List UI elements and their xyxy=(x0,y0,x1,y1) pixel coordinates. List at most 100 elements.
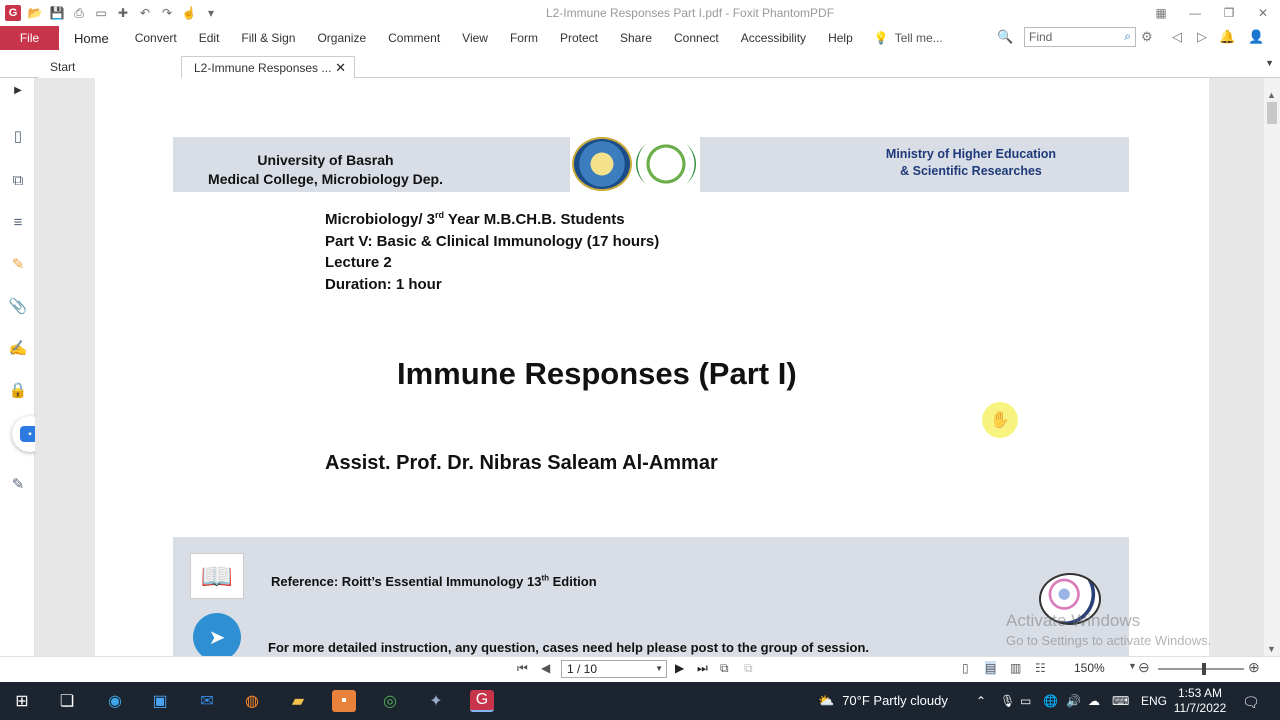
tab-document[interactable]: L2-Immune Responses ... ✕ xyxy=(181,56,355,78)
user-account-icon[interactable]: 👤 xyxy=(1248,29,1264,45)
clock[interactable]: 1:53 AM 11/7/2022 xyxy=(1172,686,1228,716)
new-icon[interactable]: ✚ xyxy=(115,5,131,21)
next-view-icon[interactable]: ⧉ xyxy=(744,661,753,676)
zoom-slider[interactable] xyxy=(1158,663,1244,675)
tab-view[interactable]: View xyxy=(451,26,499,50)
tray-chevron-icon[interactable]: ⌃ xyxy=(976,694,986,708)
windows-start-icon[interactable]: ⊞ xyxy=(10,690,34,712)
hand-tool-icon[interactable]: ☝ xyxy=(181,5,197,21)
microphone-icon[interactable]: 🎙 xyxy=(1000,694,1015,708)
attachments-icon[interactable]: 📎 xyxy=(8,296,28,316)
search-icon[interactable]: ⌕ xyxy=(1124,29,1131,44)
previous-page-icon[interactable]: ◀ xyxy=(541,661,550,675)
activate-windows-watermark: Activate Windows Go to Settings to activ… xyxy=(1006,611,1211,651)
tab-help[interactable]: Help xyxy=(817,26,864,50)
windows-taskbar: ⊞ ❏ ◉ ▣ ✉ ◍ ▰ ▪ ◎ ✦ G ⛅ 70°F Partly clou… xyxy=(0,682,1280,720)
close-tab-icon[interactable]: ✕ xyxy=(335,60,346,76)
battery-icon[interactable]: ▭ xyxy=(1020,694,1031,708)
continuous-page-icon[interactable]: ▤ xyxy=(985,661,997,675)
tab-connect[interactable]: Connect xyxy=(663,26,730,50)
foxit-taskbar-icon[interactable]: G xyxy=(470,690,494,712)
last-page-icon[interactable]: ⏭ xyxy=(697,661,708,676)
signatures-icon[interactable]: ✍ xyxy=(8,338,28,358)
maximize-button[interactable]: ❐ xyxy=(1212,0,1246,26)
close-button[interactable]: ✕ xyxy=(1246,0,1280,26)
facing-page-icon[interactable]: ▥ xyxy=(1010,661,1021,675)
tags-icon[interactable]: ✎ xyxy=(8,474,28,494)
firefox-icon[interactable]: ◍ xyxy=(240,690,264,712)
redo-icon[interactable]: ↷ xyxy=(159,5,175,21)
mail-icon[interactable]: ✉ xyxy=(195,690,219,712)
find-input[interactable]: Find ⌕ xyxy=(1024,27,1136,47)
app-feather-icon[interactable]: ✦ xyxy=(424,690,448,712)
print-icon[interactable]: ⎙ xyxy=(71,5,87,21)
tab-convert[interactable]: Convert xyxy=(124,26,188,50)
course-text-end: Year M.B.CH.B. Students xyxy=(444,211,625,228)
app-orange-icon[interactable]: ▪ xyxy=(332,690,356,712)
security-lock-icon[interactable]: 🔒 xyxy=(8,380,28,400)
single-page-icon[interactable]: ▯ xyxy=(962,661,969,675)
zoom-in-icon[interactable]: ⊕ xyxy=(1248,659,1260,676)
onedrive-icon[interactable]: ☁ xyxy=(1088,694,1100,708)
task-view-icon[interactable]: ❏ xyxy=(55,690,79,712)
continuous-facing-icon[interactable]: ☷ xyxy=(1035,661,1046,675)
expand-panel-icon[interactable]: ▶ xyxy=(8,80,28,100)
language-indicator[interactable]: ENG xyxy=(1141,694,1167,708)
tab-form[interactable]: Form xyxy=(499,26,549,50)
notification-bell-icon[interactable]: 🔔 xyxy=(1219,29,1235,45)
keyboard-icon[interactable]: ⌨ xyxy=(1112,694,1129,708)
scroll-thumb[interactable] xyxy=(1267,102,1277,124)
weather-widget[interactable]: ⛅ 70°F Partly cloudy xyxy=(818,693,948,709)
scroll-up-icon[interactable]: ▲ xyxy=(1267,90,1276,100)
minimize-button[interactable]: — xyxy=(1178,0,1212,26)
notification-center-icon[interactable]: 🗨 xyxy=(1242,694,1260,711)
tab-accessibility[interactable]: Accessibility xyxy=(730,26,817,50)
tab-edit[interactable]: Edit xyxy=(188,26,231,50)
volume-icon[interactable]: 🔊 xyxy=(1066,694,1081,708)
tab-share[interactable]: Share xyxy=(609,26,663,50)
zoom-out-icon[interactable]: ⊖ xyxy=(1138,659,1150,676)
scroll-down-icon[interactable]: ▼ xyxy=(1267,644,1276,654)
first-page-icon[interactable]: ⏮ xyxy=(517,661,528,676)
tab-organize[interactable]: Organize xyxy=(306,26,377,50)
file-explorer-icon[interactable]: ▰ xyxy=(286,690,310,712)
page-dropdown-icon[interactable]: ▼ xyxy=(655,661,663,677)
microsoft-store-icon[interactable]: ▣ xyxy=(148,690,172,712)
undo-icon[interactable]: ↶ xyxy=(137,5,153,21)
customize-icon[interactable]: ▾ xyxy=(203,5,219,21)
telegram-note: For more detailed instruction, any quest… xyxy=(268,640,870,655)
layers-icon[interactable]: ⧉ xyxy=(8,170,28,190)
previous-view-icon[interactable]: ⧉ xyxy=(720,661,729,676)
book-icon: 📖 xyxy=(190,553,244,599)
search-folder-icon[interactable]: 🔍 xyxy=(997,29,1013,45)
next-view-icon[interactable]: ▷ xyxy=(1197,29,1207,45)
bookmarks-icon[interactable]: ≡ xyxy=(8,212,28,232)
tell-me[interactable]: 💡 Tell me... xyxy=(874,31,943,45)
zoom-slider-knob[interactable] xyxy=(1202,663,1206,675)
file-tab[interactable]: File xyxy=(0,26,59,50)
tab-list-icon[interactable]: ▼ xyxy=(1265,58,1274,68)
properties-icon[interactable]: ▭ xyxy=(93,5,109,21)
document-viewport[interactable]: University of Basrah Medical College, Mi… xyxy=(35,78,1264,656)
tab-start[interactable]: Start xyxy=(38,56,181,78)
page-number-field[interactable]: 1 / 10 ▼ xyxy=(561,660,667,678)
network-icon[interactable]: 🌐 xyxy=(1043,694,1058,708)
next-page-icon[interactable]: ▶ xyxy=(675,661,684,675)
tab-protect[interactable]: Protect xyxy=(549,26,609,50)
prev-view-icon[interactable]: ◁ xyxy=(1172,29,1182,45)
save-icon[interactable]: 💾 xyxy=(49,5,65,21)
tab-fill-sign[interactable]: Fill & Sign xyxy=(230,26,306,50)
chrome-icon[interactable]: ◎ xyxy=(378,690,402,712)
restore-layout-icon[interactable]: ▦ xyxy=(1144,0,1178,26)
settings-icon[interactable]: ⚙ xyxy=(1141,29,1153,45)
duration-line: Duration: 1 hour xyxy=(325,275,442,293)
edge-browser-icon[interactable]: ◉ xyxy=(103,690,127,712)
tab-comment[interactable]: Comment xyxy=(377,26,451,50)
page-thumbnails-icon[interactable]: ▯ xyxy=(8,126,28,146)
vertical-scrollbar[interactable]: ▲ ▼ xyxy=(1264,78,1280,656)
comments-icon[interactable]: ✎ xyxy=(8,254,28,274)
zoom-dropdown-icon[interactable]: ▼ xyxy=(1128,661,1137,671)
zoom-level[interactable]: 150% xyxy=(1074,661,1105,675)
open-icon[interactable]: 📂 xyxy=(27,5,43,21)
tab-home[interactable]: Home xyxy=(59,26,124,50)
